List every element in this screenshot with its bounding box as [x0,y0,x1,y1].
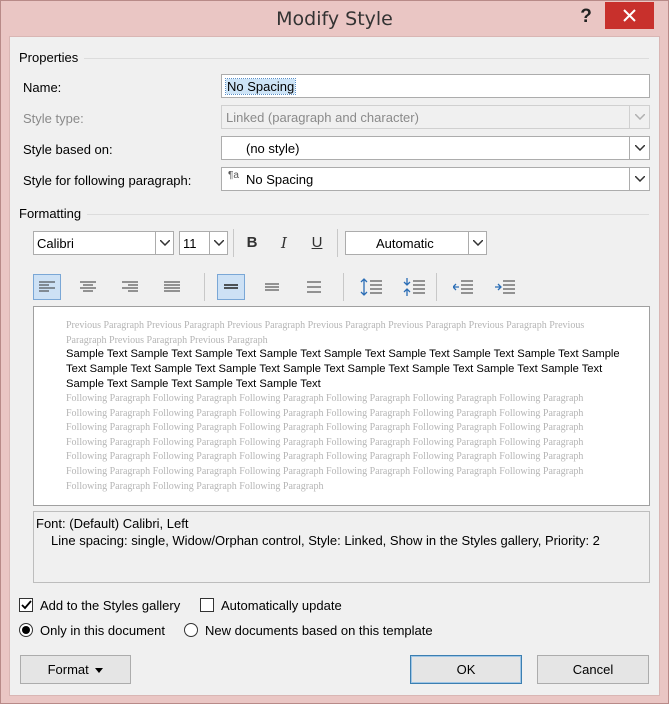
description-details: Line spacing: single, Widow/Orphan contr… [51,533,600,548]
previous-paragraph-text: Previous Paragraph Previous Paragraph Pr… [66,320,585,346]
double-spacing-button[interactable] [300,274,328,300]
one-half-spacing-icon [265,283,279,291]
name-input[interactable]: No Spacing [221,74,650,98]
justify-icon [164,281,180,292]
double-spacing-icon [307,281,321,293]
one-half-spacing-button[interactable] [258,274,286,300]
toolbar-separator [436,273,437,301]
decrease-indent-button[interactable] [449,274,477,300]
close-icon [623,9,636,22]
toolbar-separator [337,229,338,257]
toolbar-separator [233,229,234,257]
style-type-label: Style type: [23,111,84,126]
only-this-document-label[interactable]: Only in this document [40,623,165,638]
properties-divider [84,58,649,59]
based-on-label: Style based on: [23,142,113,157]
only-this-document-radio[interactable] [19,623,33,637]
paragraph-style-icon: ¶a [228,170,239,181]
format-button-label: Format [47,662,89,677]
font-size-value: 11 [183,236,197,251]
align-right-icon [122,281,138,292]
auto-update-label[interactable]: Automatically update [221,598,342,613]
style-description: Font: (Default) Calibri, Left Line spaci… [33,511,650,583]
auto-update-checkbox[interactable] [200,598,214,612]
chevron-down-icon[interactable] [629,168,649,190]
font-name-value: Calibri [37,236,74,251]
name-input-value: No Spacing [224,78,297,95]
underline-button[interactable]: U [303,230,331,256]
single-spacing-button[interactable] [217,274,245,300]
close-button[interactable] [605,2,654,29]
decrease-indent-icon [452,280,473,294]
chevron-down-icon[interactable] [629,137,649,159]
add-to-gallery-label[interactable]: Add to the Styles gallery [40,598,180,613]
style-type-value: Linked (paragraph and character) [226,110,419,125]
align-left-button[interactable] [33,274,61,300]
following-paragraph-value: No Spacing [246,172,314,187]
add-to-gallery-checkbox[interactable] [19,598,33,612]
checkmark-icon [21,600,32,610]
single-spacing-icon [224,284,238,289]
ok-button[interactable]: OK [410,655,522,684]
increase-indent-icon [495,280,515,294]
line-spacing-icon [360,278,382,296]
sample-text: Sample Text Sample Text Sample Text Samp… [66,348,620,390]
formatting-heading: Formatting [19,206,82,221]
bold-button[interactable]: B [238,230,266,256]
based-on-select[interactable]: (no style) [221,136,650,160]
justify-button[interactable] [158,274,186,300]
caret-down-icon [95,668,104,674]
toolbar-separator [204,273,205,301]
formatting-divider [87,214,649,215]
dialog-title: Modify Style [276,8,393,30]
properties-heading: Properties [19,50,79,65]
title-bar: Modify Style ? [1,1,668,37]
following-paragraph-text: Following Paragraph Following Paragraph … [66,393,584,492]
chevron-down-icon[interactable] [209,232,227,254]
new-documents-label[interactable]: New documents based on this template [205,623,433,638]
italic-button[interactable]: I [270,230,298,256]
description-font: Font: (Default) Calibri, Left [36,516,189,531]
paragraph-spacing-icon [403,278,425,296]
align-center-button[interactable] [74,274,102,300]
align-left-icon [39,281,55,292]
chevron-down-icon[interactable] [468,232,486,254]
font-color-value: Automatic [376,236,434,251]
format-menu-button[interactable]: Format [20,655,131,684]
based-on-value: (no style) [246,141,300,156]
align-right-button[interactable] [116,274,144,300]
chevron-down-icon[interactable] [155,232,173,254]
font-name-combo[interactable]: Calibri [33,231,174,255]
following-paragraph-label: Style for following paragraph: [23,173,192,188]
new-documents-radio[interactable] [184,623,198,637]
cancel-button[interactable]: Cancel [537,655,649,684]
following-paragraph-select[interactable]: ¶a No Spacing [221,167,650,191]
increase-paragraph-spacing-button[interactable] [357,274,385,300]
font-size-combo[interactable]: 11 [179,231,228,255]
help-button[interactable]: ? [573,4,599,30]
decrease-paragraph-spacing-button[interactable] [400,274,428,300]
chevron-down-icon [629,106,649,128]
increase-indent-button[interactable] [491,274,519,300]
style-type-select: Linked (paragraph and character) [221,105,650,129]
align-center-icon [80,281,96,292]
style-preview: Previous Paragraph Previous Paragraph Pr… [33,306,650,506]
toolbar-separator [343,273,344,301]
name-label: Name: [23,80,62,95]
font-color-combo[interactable]: Automatic [345,231,487,255]
